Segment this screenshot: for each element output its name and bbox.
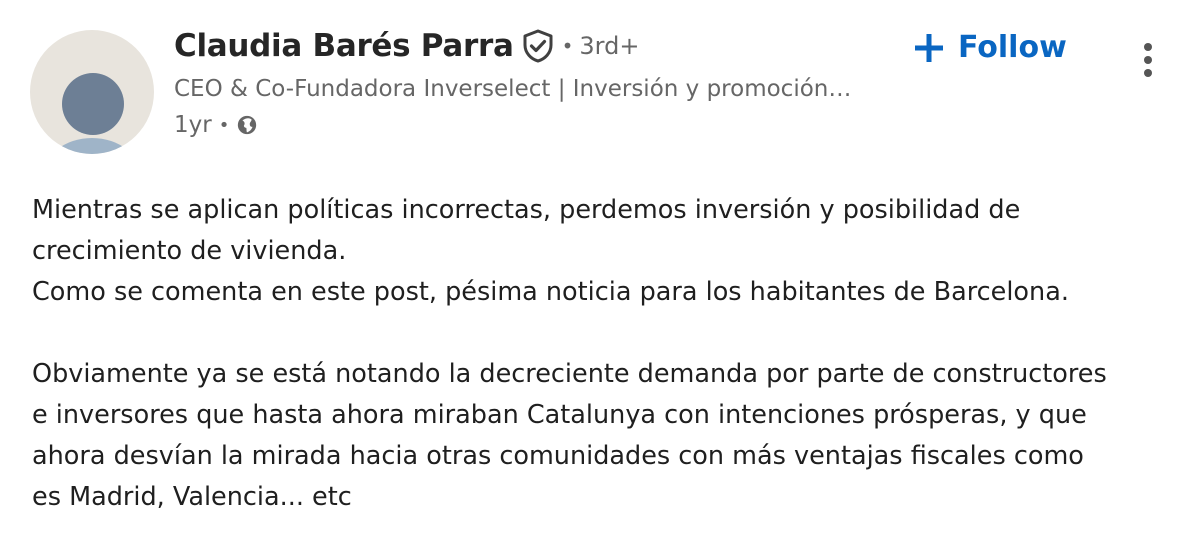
post-paragraph: Obviamente ya se está notando la decreci… <box>32 359 1107 512</box>
avatar-body-shape <box>42 138 142 154</box>
follow-label: Follow <box>958 30 1067 65</box>
author-name[interactable]: Claudia Barés Parra <box>174 28 514 64</box>
connection-degree: 3rd+ <box>579 32 640 60</box>
verified-shield-icon <box>520 28 556 64</box>
post-card: Claudia Barés Parra • 3rd+ CEO & Co-Fund… <box>0 0 1199 550</box>
follow-button[interactable]: Follow <box>912 30 1067 65</box>
post-body: Mientras se aplican políticas incorrecta… <box>32 190 1172 518</box>
author-line: Claudia Barés Parra • 3rd+ <box>174 28 639 64</box>
plus-icon <box>912 31 946 65</box>
more-dot <box>1144 68 1152 77</box>
post-paragraph: Mientras se aplican políticas incorrecta… <box>32 195 1069 307</box>
post-age: 1yr <box>174 112 212 138</box>
globe-icon <box>236 114 258 136</box>
avatar-head-shape <box>62 73 124 135</box>
separator-dot: • <box>561 34 574 58</box>
avatar[interactable] <box>30 30 154 154</box>
more-options-button[interactable] <box>1130 42 1166 82</box>
post-meta: 1yr • <box>174 112 258 138</box>
author-headline: CEO & Co-Fundadora Inverselect | Inversi… <box>174 76 852 102</box>
more-vertical-icon <box>1144 42 1152 51</box>
separator-dot: • <box>218 114 230 136</box>
more-dot <box>1144 55 1152 64</box>
